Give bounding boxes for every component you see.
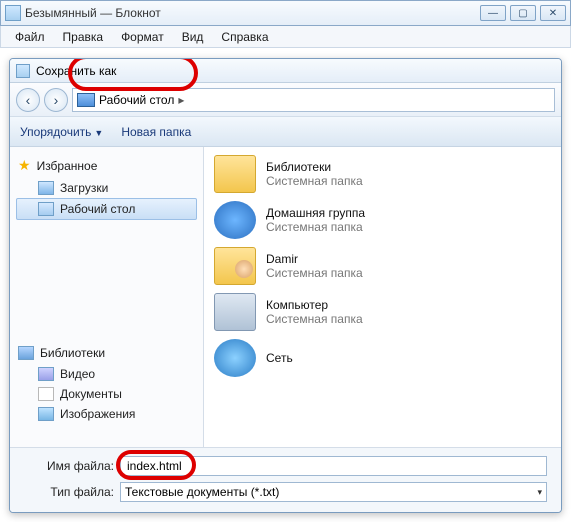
save-as-dialog: Сохранить как ‹ › Рабочий стол ▸ Упорядо… (9, 58, 562, 513)
pictures-icon (38, 407, 54, 421)
filename-input[interactable] (120, 456, 547, 476)
dialog-titlebar: Сохранить как (10, 59, 561, 83)
dialog-title: Сохранить как (36, 64, 116, 78)
chevron-down-icon: ▾ (537, 487, 542, 498)
menu-view[interactable]: Вид (174, 28, 212, 46)
sidebar-item-downloads[interactable]: Загрузки (16, 178, 197, 198)
homegroup-icon (214, 201, 256, 239)
chevron-right-icon[interactable]: ▸ (178, 93, 184, 107)
list-item[interactable]: Damir Системная папка (208, 243, 557, 289)
form-area: Имя файла: Тип файла: Текстовые документ… (10, 447, 561, 513)
dialog-icon (16, 64, 30, 78)
desktop-icon (38, 202, 54, 216)
user-folder-icon (214, 247, 256, 285)
forward-button[interactable]: › (44, 88, 68, 112)
libraries-icon (18, 346, 34, 360)
list-item[interactable]: Библиотеки Системная папка (208, 151, 557, 197)
filetype-label: Тип файла: (24, 485, 114, 499)
chevron-down-icon: ▼ (94, 128, 103, 138)
nav-row: ‹ › Рабочий стол ▸ (10, 83, 561, 117)
sidebar-item-videos[interactable]: Видео (16, 364, 197, 384)
filename-label: Имя файла: (24, 459, 114, 473)
menu-help[interactable]: Справка (213, 28, 276, 46)
back-button[interactable]: ‹ (16, 88, 40, 112)
window-buttons: — ▢ ✕ (480, 5, 566, 21)
libraries-header[interactable]: Библиотеки (16, 342, 197, 364)
breadcrumb-label: Рабочий стол (99, 93, 174, 107)
computer-icon (214, 293, 256, 331)
menu-file[interactable]: Файл (7, 28, 53, 46)
breadcrumb[interactable]: Рабочий стол ▸ (72, 88, 555, 112)
sidebar-item-desktop[interactable]: Рабочий стол (16, 198, 197, 220)
command-bar: Упорядочить▼ Новая папка (10, 117, 561, 147)
menu-bar: Файл Правка Формат Вид Справка (0, 26, 571, 48)
file-list[interactable]: Библиотеки Системная папка Домашняя груп… (204, 147, 561, 447)
list-item[interactable]: Сеть (208, 335, 557, 381)
menu-edit[interactable]: Правка (55, 28, 112, 46)
window-title: Безымянный — Блокнот (25, 6, 480, 20)
new-folder-button[interactable]: Новая папка (121, 125, 191, 139)
minimize-button[interactable]: — (480, 5, 506, 21)
network-icon (214, 339, 256, 377)
document-icon (38, 387, 54, 401)
navigation-pane: ★ Избранное Загрузки Рабочий стол Библио… (10, 147, 204, 447)
desktop-icon (77, 93, 95, 107)
folder-icon (214, 155, 256, 193)
video-icon (38, 367, 54, 381)
sidebar-item-documents[interactable]: Документы (16, 384, 197, 404)
menu-format[interactable]: Формат (113, 28, 172, 46)
dialog-body: ★ Избранное Загрузки Рабочий стол Библио… (10, 147, 561, 447)
notepad-icon (5, 5, 21, 21)
list-item[interactable]: Компьютер Системная папка (208, 289, 557, 335)
filetype-select[interactable]: Текстовые документы (*.txt) ▾ (120, 482, 547, 502)
sidebar-item-pictures[interactable]: Изображения (16, 404, 197, 424)
window-titlebar: Безымянный — Блокнот — ▢ ✕ (0, 0, 571, 26)
organize-button[interactable]: Упорядочить▼ (20, 125, 103, 139)
favorites-header[interactable]: ★ Избранное (16, 153, 197, 178)
list-item[interactable]: Домашняя группа Системная папка (208, 197, 557, 243)
star-icon: ★ (18, 157, 31, 174)
close-button[interactable]: ✕ (540, 5, 566, 21)
downloads-icon (38, 181, 54, 195)
maximize-button[interactable]: ▢ (510, 5, 536, 21)
